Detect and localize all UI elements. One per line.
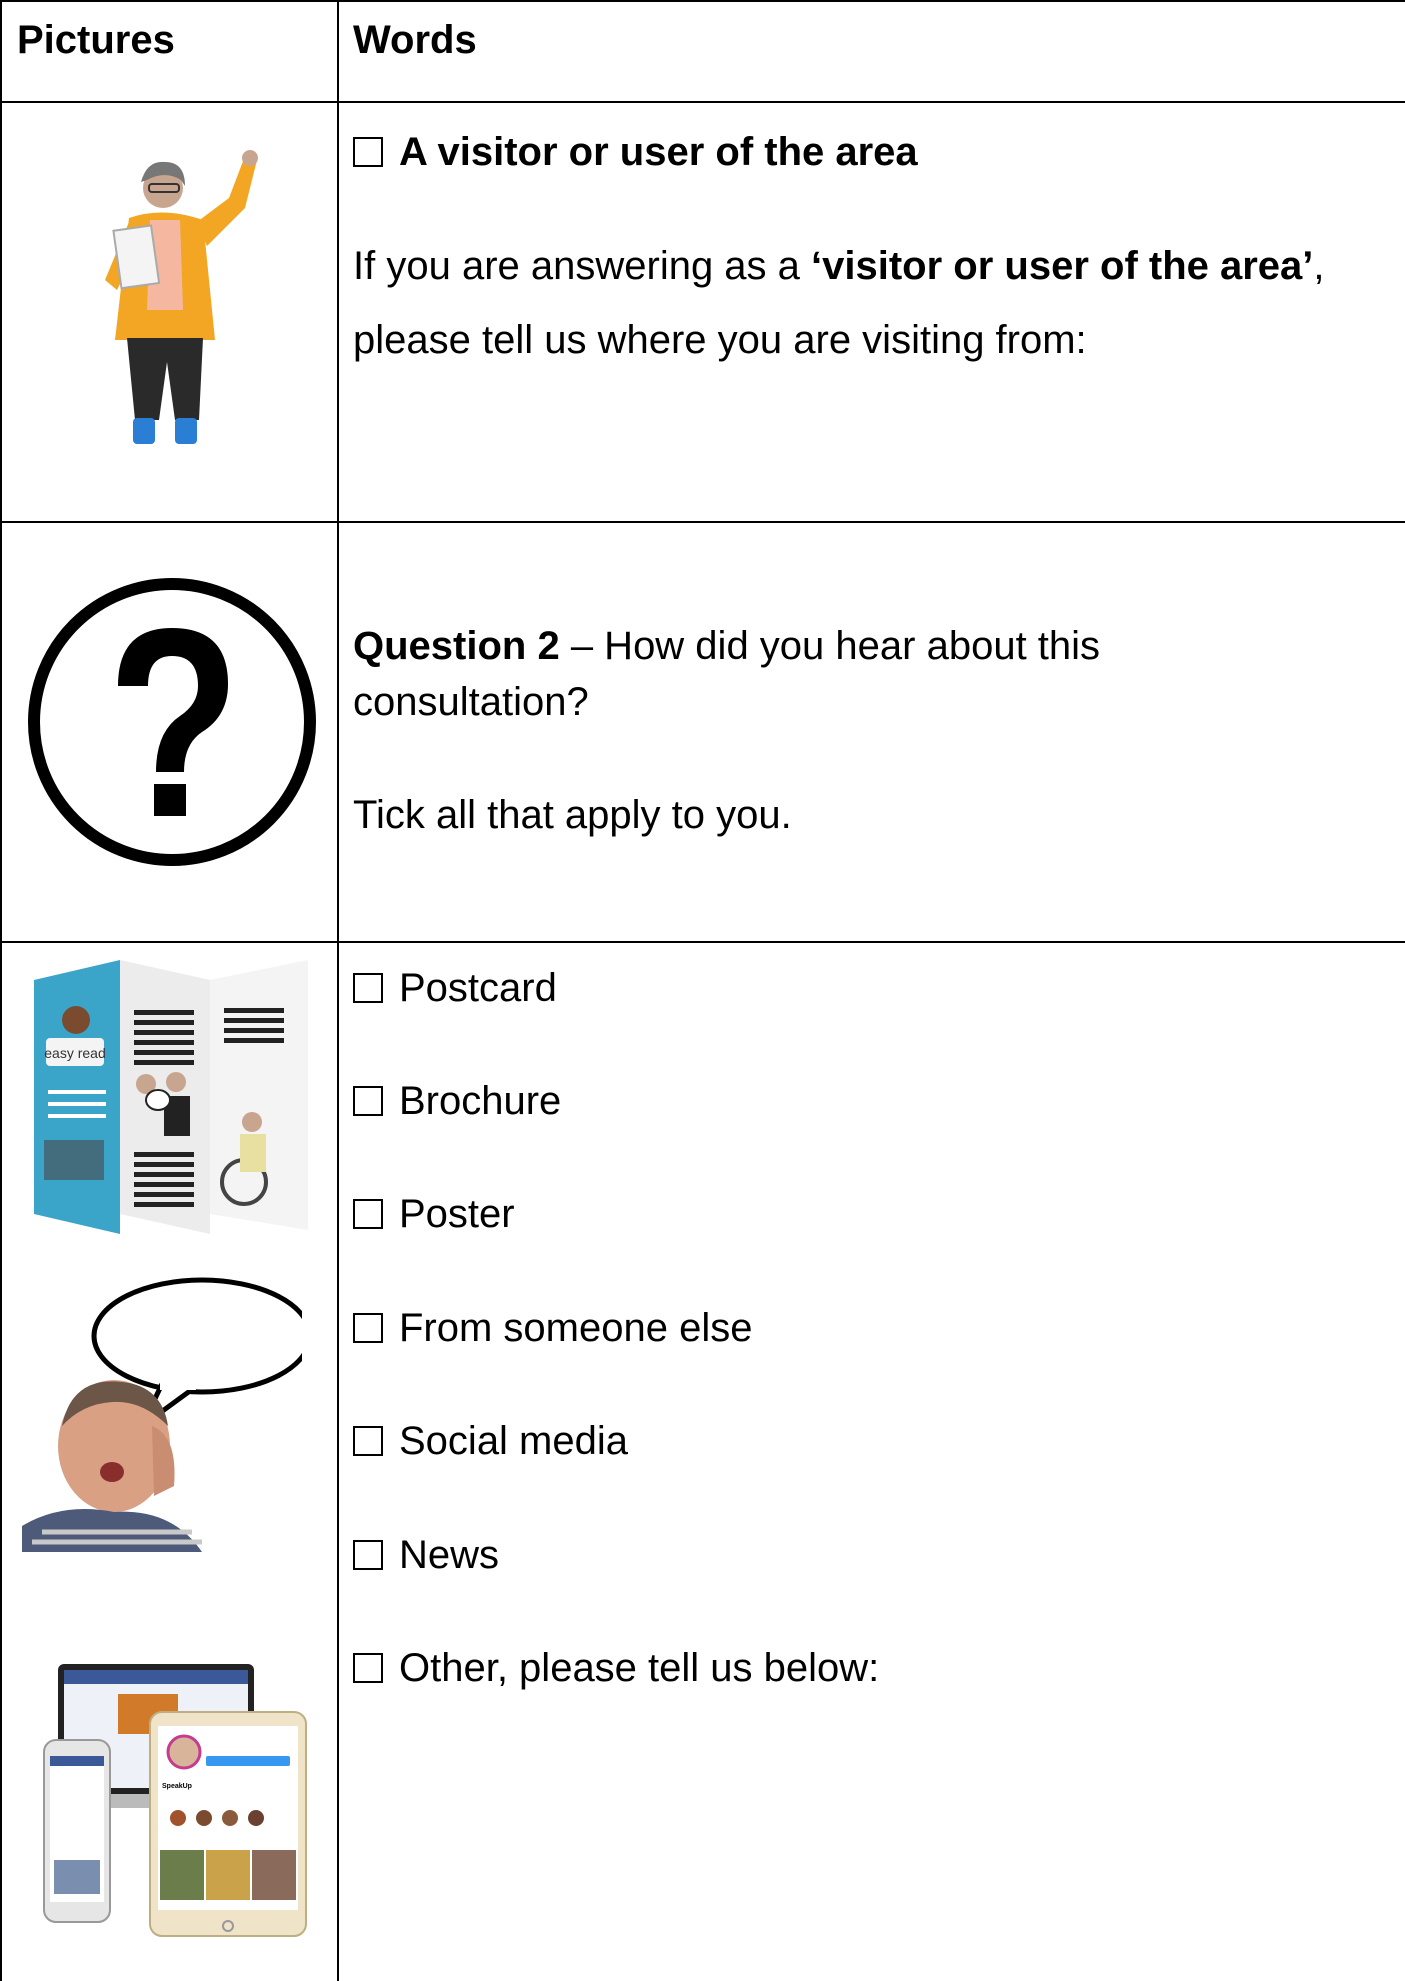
option-brochure[interactable]: Brochure [353,1081,561,1121]
option-label: Brochure [399,1079,562,1123]
speakup-profile-name: SpeakUp [162,1783,192,1790]
option-news[interactable]: News [353,1535,499,1575]
tick-instruction: Tick all that apply to you. [353,793,792,837]
row2-divider [0,941,1405,943]
option-social-media[interactable]: Social media [353,1421,628,1461]
checkbox-icon[interactable] [353,1199,383,1229]
question-number: Question 2 [353,624,560,668]
words-column-header: Words [353,18,477,62]
word-of-mouth-picture [22,1276,313,1557]
social-media-devices-picture: SpeakUp [22,1660,314,1945]
easy-read-logo-text: easy read [44,1045,105,1061]
option-label: From someone else [399,1306,753,1350]
row1-divider [0,521,1405,523]
question-mark-icon [26,576,318,873]
checkbox-icon[interactable] [353,137,383,167]
instruction-comma: , [1313,244,1325,288]
checkbox-icon[interactable] [353,1313,383,1343]
column-divider [337,0,339,1981]
option-other[interactable]: Other, please tell us below: [353,1648,879,1688]
visitor-option-label: A visitor or user of the area [399,130,918,174]
option-label: News [399,1533,500,1577]
brochure-picture: easy read [34,960,314,1239]
question-text: – How did you hear about this [559,624,1101,668]
question-2-line2: consultation? [353,680,589,724]
instruction-text: If you are answering as a [353,244,812,288]
visitor-checkbox-option[interactable]: A visitor or user of the area [353,132,918,172]
instruction-bold-text: ‘visitor or user of the area’ [811,244,1314,288]
option-label: Postcard [399,966,557,1010]
header-row-divider [0,101,1405,103]
table-top-border [0,0,1405,2]
option-label: Other, please tell us below: [399,1646,880,1690]
pictures-column-header: Pictures [17,18,175,62]
checkbox-icon[interactable] [353,1086,383,1116]
option-postcard[interactable]: Postcard [353,968,557,1008]
easy-read-form-page: Pictures Words A visitor or user of the … [0,0,1405,1981]
question-2-line1: Question 2 – How did you hear about this [353,626,1100,666]
table-left-border [0,0,2,1981]
visitor-instruction-line2: please tell us where you are visiting fr… [353,318,1087,362]
checkbox-icon[interactable] [353,973,383,1003]
checkbox-icon[interactable] [353,1540,383,1570]
checkbox-icon[interactable] [353,1426,383,1456]
checkbox-icon[interactable] [353,1653,383,1683]
visitor-person-picture [95,150,265,460]
option-label: Social media [399,1419,629,1463]
option-from-someone-else[interactable]: From someone else [353,1308,752,1348]
option-poster[interactable]: Poster [353,1194,515,1234]
visitor-instruction-line1: If you are answering as a ‘visitor or us… [353,246,1325,286]
option-label: Poster [399,1192,515,1236]
